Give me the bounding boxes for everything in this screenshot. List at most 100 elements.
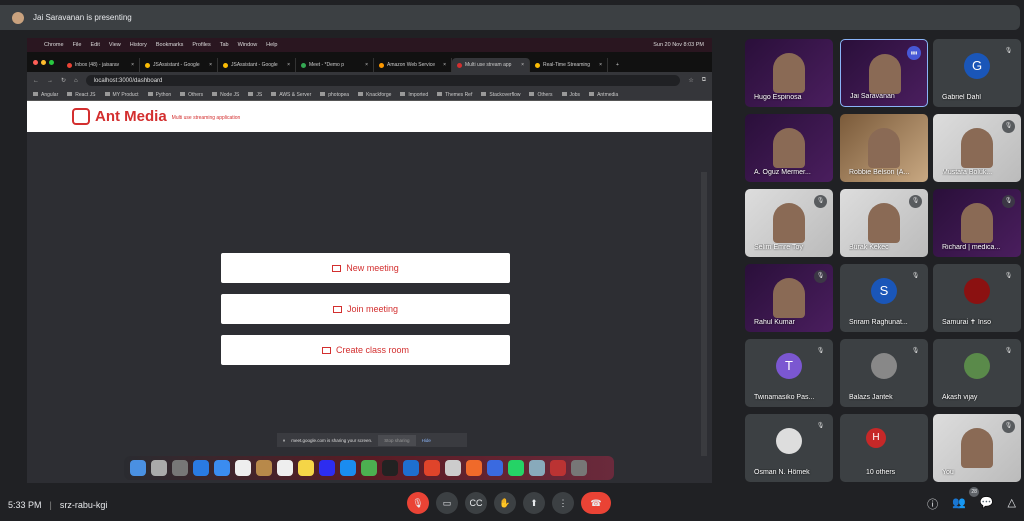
window-controls[interactable]	[33, 60, 54, 65]
mac-menu-item[interactable]: Window	[238, 42, 258, 48]
browser-tab[interactable]: Meet - *Demo p ×	[296, 58, 374, 72]
dock-app-icon[interactable]	[298, 460, 314, 476]
browser-tab[interactable]: Inbox (48) - jaisarav ×	[62, 58, 140, 72]
dock-app-icon[interactable]	[340, 460, 356, 476]
participant-tile[interactable]: 🎙 Selim Emre Toy	[745, 189, 833, 257]
dock-app-icon[interactable]	[256, 460, 272, 476]
mac-menu-item[interactable]: File	[73, 42, 82, 48]
browser-tab[interactable]: JSAssistant - Google ×	[140, 58, 218, 72]
participant-tile[interactable]: S 🎙 Sriram Raghunat...	[840, 264, 928, 332]
browser-tab[interactable]: JSAssistant - Google ×	[218, 58, 296, 72]
dock-app-icon[interactable]	[403, 460, 419, 476]
tab-close-icon[interactable]: ×	[443, 62, 446, 68]
mac-menu-item[interactable]: Bookmarks	[156, 42, 184, 48]
join-meeting-button[interactable]: Join meeting	[221, 294, 510, 324]
participant-tile[interactable]: 🎙 Burak Kekec	[840, 189, 928, 257]
bookmark-item[interactable]: Themes Ref	[437, 92, 472, 98]
dock-app-icon[interactable]	[487, 460, 503, 476]
dock-app-icon[interactable]	[235, 460, 251, 476]
dock-app-icon[interactable]	[130, 460, 146, 476]
more-options-button[interactable]: ⋮	[552, 492, 574, 514]
browser-tab[interactable]: Real-Time Streaming ×	[530, 58, 608, 72]
tab-close-icon[interactable]: ×	[287, 62, 290, 68]
bookmark-item[interactable]: Antmedia	[589, 92, 618, 98]
participant-tile[interactable]: 🎙 Osman N. Hömek	[745, 414, 833, 482]
create-class-room-button[interactable]: Create class room	[221, 335, 510, 365]
browser-tab[interactable]: Multi use stream app ×	[452, 58, 530, 72]
dock-app-icon[interactable]	[529, 460, 545, 476]
camera-button[interactable]: ▭	[436, 492, 458, 514]
dock-app-icon[interactable]	[361, 460, 377, 476]
bookmark-item[interactable]: Knackforge	[358, 92, 391, 98]
dock-app-icon[interactable]	[466, 460, 482, 476]
mac-menu-item[interactable]: Chrome	[44, 42, 64, 48]
dock-app-icon[interactable]	[277, 460, 293, 476]
participant-tile[interactable]: T 🎙 Twinamasiko Pas...	[745, 339, 833, 407]
star-icon[interactable]: ☆	[688, 77, 693, 84]
dock-app-icon[interactable]	[508, 460, 524, 476]
stop-sharing-button[interactable]: Stop sharing	[378, 434, 416, 446]
mac-menu-item[interactable]: View	[109, 42, 121, 48]
back-icon[interactable]: ←	[33, 78, 39, 84]
tab-close-icon[interactable]: ×	[599, 62, 602, 68]
bookmark-item[interactable]: MY Product	[105, 92, 139, 98]
dock-app-icon[interactable]	[193, 460, 209, 476]
mac-menu-item[interactable]: Help	[266, 42, 277, 48]
dock-app-icon[interactable]	[172, 460, 188, 476]
bookmark-item[interactable]: Stackoverflow	[481, 92, 520, 98]
dock-app-icon[interactable]	[382, 460, 398, 476]
leave-call-button[interactable]: ☎	[581, 492, 611, 514]
participant-tile[interactable]: H 10 others	[840, 414, 928, 482]
chat-icon[interactable]: 💬	[980, 496, 994, 512]
dock-app-icon[interactable]	[319, 460, 335, 476]
bookmark-item[interactable]: Imported	[400, 92, 428, 98]
participant-tile[interactable]: 🎙 You	[933, 414, 1021, 482]
mac-menu-item[interactable]: Tab	[220, 42, 229, 48]
mac-menu-item[interactable]: Profiles	[192, 42, 210, 48]
participant-tile[interactable]: A. Oguz Mermer...	[745, 114, 833, 182]
page-scrollbar[interactable]	[701, 172, 707, 456]
participant-tile[interactable]: 🎙 Mustafa Boluk...	[933, 114, 1021, 182]
url-field[interactable]: localhost:3000/dashboard	[85, 75, 681, 86]
participant-tile[interactable]: 🎙 Samurai ✝ Inso	[933, 264, 1021, 332]
new-tab-icon[interactable]: +	[616, 62, 619, 68]
participant-tile[interactable]: G 🎙 Gabriel Dahl	[933, 39, 1021, 107]
bookmark-item[interactable]: Angular	[33, 92, 58, 98]
dock-app-icon[interactable]	[550, 460, 566, 476]
forward-icon[interactable]: →	[47, 78, 53, 84]
browser-tab[interactable]: Amazon Web Service ×	[374, 58, 452, 72]
bookmark-item[interactable]: React JS	[67, 92, 95, 98]
tab-close-icon[interactable]: ×	[131, 62, 134, 68]
captions-button[interactable]: CC	[465, 492, 487, 514]
hide-button[interactable]: Hide	[422, 438, 431, 443]
bookmark-item[interactable]: Others	[180, 92, 203, 98]
bookmark-item[interactable]: photopea	[320, 92, 349, 98]
people-button[interactable]: 👥 28	[952, 487, 980, 512]
participant-tile[interactable]: 🎙 Richard | medica...	[933, 189, 1021, 257]
tab-close-icon[interactable]: ×	[521, 62, 524, 68]
dock-app-icon[interactable]	[151, 460, 167, 476]
activities-icon[interactable]: △	[1008, 496, 1016, 512]
bookmark-item[interactable]: Python	[148, 92, 172, 98]
tab-close-icon[interactable]: ×	[365, 62, 368, 68]
participant-tile[interactable]: 🎙 Akash vijay	[933, 339, 1021, 407]
bookmark-item[interactable]: Others	[529, 92, 552, 98]
bookmark-item[interactable]: AWS & Server	[271, 92, 311, 98]
dock-app-icon[interactable]	[571, 460, 587, 476]
tab-close-icon[interactable]: ×	[209, 62, 212, 68]
participant-tile[interactable]: 🎙 Balazs Jantek	[840, 339, 928, 407]
home-icon[interactable]: ⌂	[74, 78, 78, 84]
participant-tile[interactable]: Hugo Espinosa	[745, 39, 833, 107]
mac-menu-item[interactable]: History	[130, 42, 147, 48]
info-icon[interactable]: ⓘ	[927, 496, 938, 512]
dock-app-icon[interactable]	[214, 460, 230, 476]
participant-tile[interactable]: 🎙 Rahul Kumar	[745, 264, 833, 332]
mic-off-button[interactable]: 🎙	[407, 492, 429, 514]
dock-app-icon[interactable]	[424, 460, 440, 476]
dock-app-icon[interactable]	[445, 460, 461, 476]
new-meeting-button[interactable]: New meeting	[221, 253, 510, 283]
mac-menu-item[interactable]: Edit	[90, 42, 99, 48]
participant-tile[interactable]: ▮▮▮ Jai Saravanan	[840, 39, 928, 107]
bookmark-item[interactable]: JS	[248, 92, 262, 98]
raise-hand-button[interactable]: ✋	[494, 492, 516, 514]
